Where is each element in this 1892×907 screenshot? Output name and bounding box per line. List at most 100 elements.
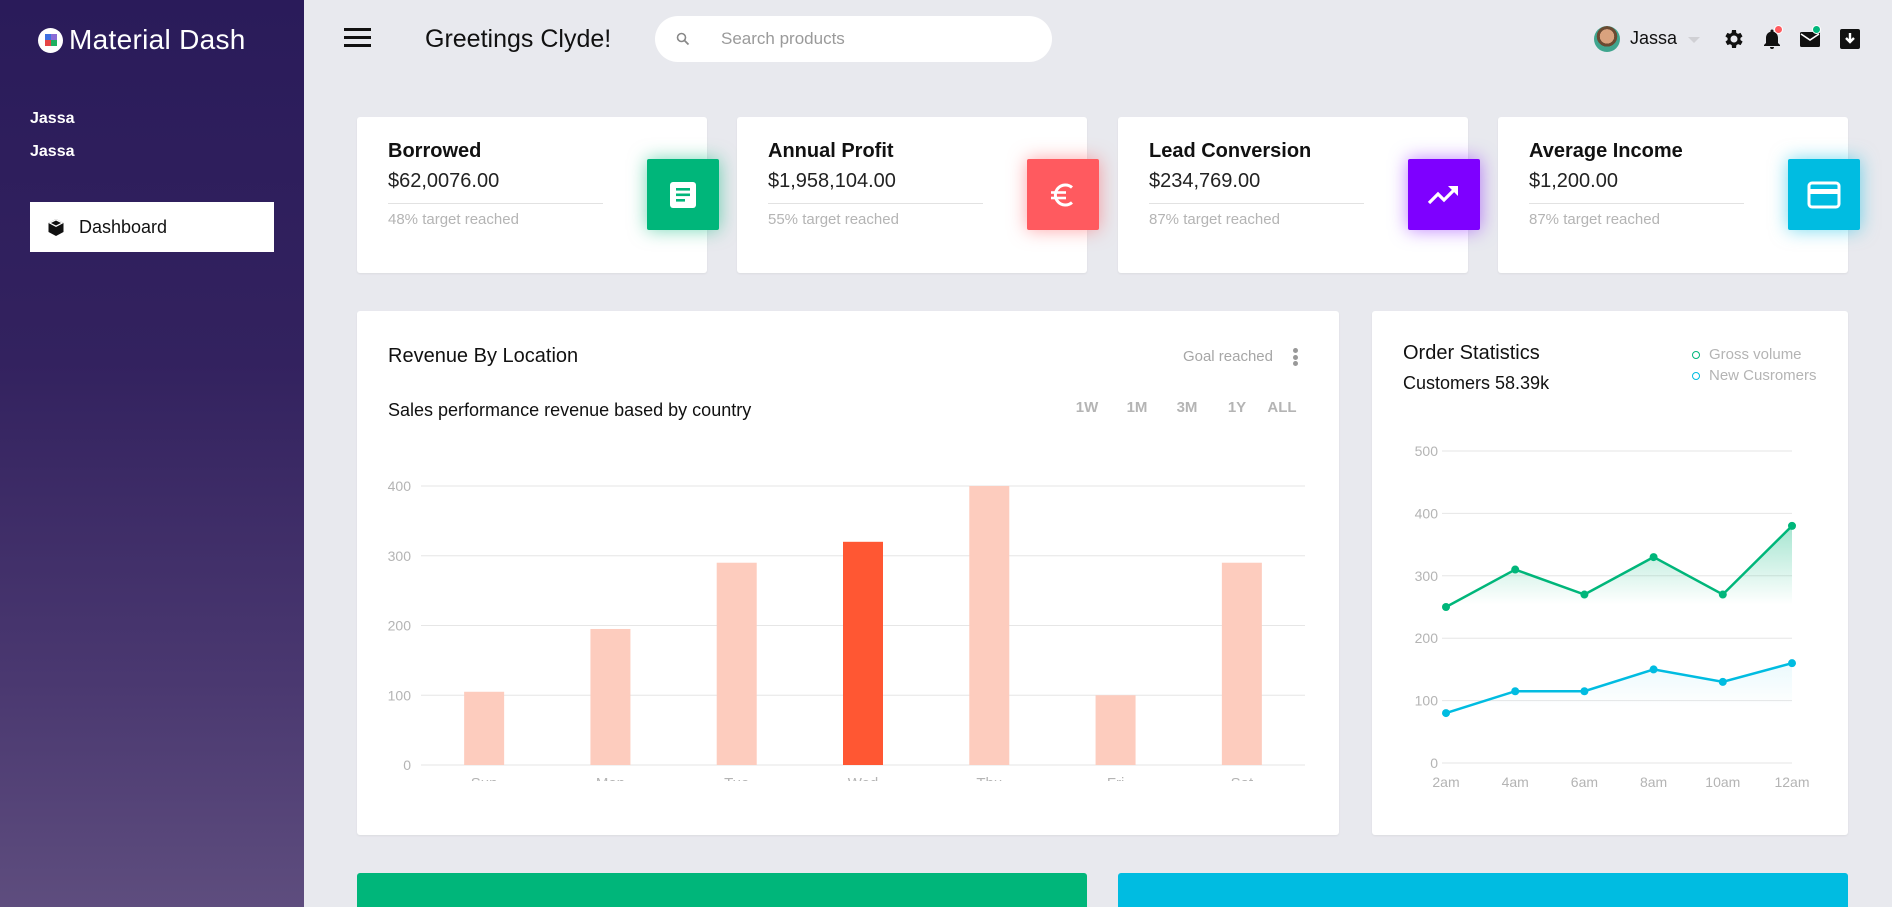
menu-toggle-button[interactable]: [344, 28, 371, 50]
gear-icon[interactable]: [1722, 27, 1746, 51]
stat-badge: [1027, 159, 1099, 230]
search-input[interactable]: [721, 29, 1021, 49]
bar-mon: [590, 628, 631, 765]
range-tab-1y[interactable]: 1Y: [1212, 399, 1262, 416]
legend-label: Gross volume: [1709, 346, 1802, 363]
series-area-0: [1446, 525, 1792, 639]
sidebar-item-dashboard[interactable]: Dashboard: [30, 202, 274, 252]
revenue-bar-chart: 0 100 200 300 400 Sun Mon Tue Wed Thu Fri Sat: [388, 478, 1305, 781]
euro-icon: [1051, 183, 1073, 206]
avatar[interactable]: [1594, 26, 1620, 52]
stat-title: Borrowed: [388, 140, 482, 162]
card-title: Revenue By Location: [388, 345, 579, 367]
range-tab-1w[interactable]: 1W: [1062, 399, 1112, 416]
chart-legend: Gross volume New Cusromers: [1692, 344, 1817, 386]
stat-subtext: 87% target reached: [1149, 211, 1280, 228]
chevron-down-icon[interactable]: [1688, 37, 1700, 43]
x-tick-label: Sat: [1231, 775, 1254, 781]
data-point: [1511, 565, 1520, 574]
bar-wed: [843, 541, 883, 765]
card-title: Order Statistics: [1403, 342, 1540, 364]
stat-title: Average Income: [1529, 140, 1683, 162]
divider: [388, 203, 603, 204]
page-greeting: Greetings Clyde!: [425, 25, 612, 53]
y-tick-label: 300: [388, 548, 412, 564]
series-area-1: [1446, 663, 1792, 726]
x-tick-label: 2am: [1432, 774, 1459, 790]
x-tick-label: 6am: [1571, 774, 1598, 790]
x-tick-label: 10am: [1705, 774, 1740, 790]
stat-subtext: 55% target reached: [768, 211, 899, 228]
stat-value: $1,200.00: [1529, 170, 1618, 192]
y-tick-label: 300: [1415, 568, 1439, 584]
trending-up-icon: [1427, 185, 1458, 204]
bar-tue: [716, 562, 757, 765]
y-tick-label: 200: [1415, 630, 1439, 646]
data-point: [1649, 665, 1658, 674]
sidebar-user-name: Jassa: [30, 143, 75, 160]
stat-badge: [647, 159, 719, 230]
download-icon[interactable]: [1838, 27, 1862, 51]
data-point: [1718, 590, 1727, 599]
data-point: [1788, 521, 1796, 530]
brand-name: Material Dash: [69, 24, 246, 55]
stat-card-average-income: Average Income $1,200.00 87% target reac…: [1498, 117, 1860, 273]
bar-thu: [969, 486, 1010, 765]
legend-item-new-customers[interactable]: New Cusromers: [1692, 365, 1817, 386]
hamburger-icon-line: [344, 36, 371, 39]
data-point: [1442, 709, 1450, 718]
stat-value: $1,958,104.00: [768, 170, 896, 192]
customers-count: Customers 58.39k: [1403, 373, 1550, 393]
y-tick-label: 200: [388, 618, 412, 634]
hamburger-icon: [344, 28, 371, 31]
y-tick-label: 0: [1430, 755, 1438, 771]
divider: [1529, 203, 1744, 204]
x-tick-label: Thu: [976, 775, 1002, 781]
x-tick-label: 4am: [1502, 774, 1529, 790]
notification-dot: [1774, 25, 1783, 34]
card-description: Sales performance revenue based by count…: [388, 400, 752, 420]
messages-button[interactable]: [1798, 25, 1822, 51]
stat-subtext: 87% target reached: [1529, 211, 1660, 228]
y-tick-label: 0: [403, 757, 411, 773]
revenue-card: Revenue By Location Goal reached Sales p…: [357, 311, 1339, 835]
goal-label: Goal reached: [1182, 348, 1273, 365]
y-tick-label: 100: [1415, 693, 1439, 709]
x-tick-label: Wed: [848, 775, 879, 781]
user-menu-name[interactable]: Jassa: [1630, 28, 1677, 49]
x-tick-label: 8am: [1640, 774, 1667, 790]
brand[interactable]: Material Dash: [38, 24, 246, 56]
sidebar: Material Dash Jassa Jassa Dashboard: [0, 0, 304, 907]
y-tick-label: 400: [388, 478, 412, 494]
bottom-card-green: [357, 873, 1087, 907]
stat-value: $234,769.00: [1149, 170, 1261, 192]
bar-fri: [1095, 695, 1136, 765]
data-point: [1511, 687, 1520, 696]
x-tick-label: Fri: [1107, 775, 1125, 781]
notifications-button[interactable]: [1760, 25, 1784, 51]
search-bar[interactable]: [655, 16, 1052, 62]
credit-card-icon: [1807, 181, 1841, 208]
y-tick-label: 100: [388, 687, 412, 703]
legend-item-gross-volume[interactable]: Gross volume: [1692, 344, 1817, 365]
search-icon: [676, 32, 690, 46]
divider: [1149, 203, 1364, 204]
bar-sat: [1221, 562, 1262, 765]
range-tab-3m[interactable]: 3M: [1162, 399, 1212, 416]
document-icon: [670, 181, 696, 208]
range-tab-all[interactable]: ALL: [1262, 399, 1302, 416]
brand-logo-icon: [38, 27, 63, 53]
x-tick-label: 12am: [1774, 774, 1809, 790]
x-tick-label: Tue: [724, 775, 749, 781]
data-point: [1580, 687, 1589, 696]
stat-title: Lead Conversion: [1149, 140, 1312, 162]
stat-value: $62,0076.00: [388, 170, 500, 192]
range-tab-1m[interactable]: 1M: [1112, 399, 1162, 416]
legend-marker-icon: [1692, 350, 1700, 359]
more-options-icon[interactable]: [1293, 348, 1299, 366]
stat-card-borrowed: Borrowed $62,0076.00 48% target reached: [357, 117, 719, 273]
stat-title: Annual Profit: [768, 140, 894, 162]
stat-card-annual-profit: Annual Profit $1,958,104.00 55% target r…: [737, 117, 1099, 273]
order-line-chart: 0 100 200 300 400 500 2am 4am 6am 8am 10am 12am: [1415, 443, 1810, 790]
order-statistics-card: Order Statistics Customers 58.39k Gross …: [1372, 311, 1848, 835]
